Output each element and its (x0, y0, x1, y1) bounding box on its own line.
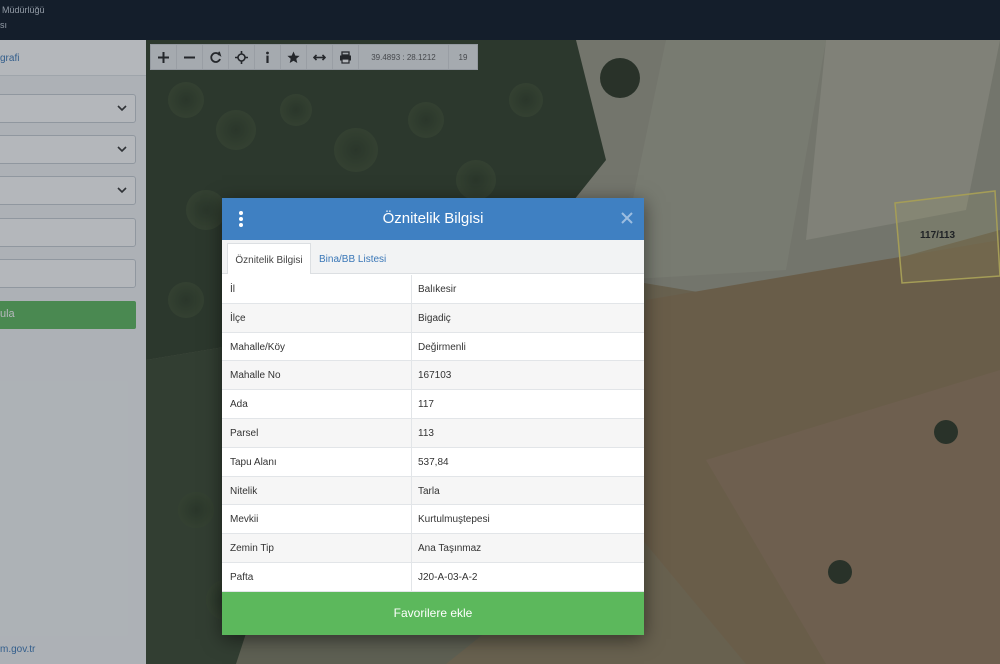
table-row: Nitelik Tarla (222, 476, 644, 506)
attribute-key: Mahalle/Köy (230, 341, 286, 353)
close-icon[interactable] (620, 211, 634, 225)
attribute-value: 113 (418, 427, 434, 439)
tab-building-list[interactable]: Bina/BB Listesi (319, 243, 386, 274)
attribute-value: Balıkesir (418, 284, 457, 295)
attribute-key: Nitelik (230, 485, 258, 497)
attribute-value: Tarla (418, 485, 440, 497)
table-row: İl Balıkesir (222, 275, 644, 304)
add-to-favorites-button[interactable]: Favorilere ekle (222, 592, 644, 635)
table-row: Ada 117 (222, 390, 644, 419)
tab-attribute-info[interactable]: Öznitelik Bilgisi (227, 243, 311, 274)
table-row: Tapu Alanı 537,84 (222, 447, 644, 477)
attribute-value: J20-A-03-A-2 (418, 571, 478, 583)
attribute-value: Bigadiç (418, 312, 451, 324)
attribute-value: Ana Taşınmaz (418, 543, 482, 555)
attribute-key: Tapu Alanı (230, 456, 277, 468)
attribute-key: Zemin Tip (230, 543, 274, 555)
attribute-key: İl (230, 284, 235, 295)
table-row: İlçe Bigadiç (222, 303, 644, 333)
dialog-title: Öznitelik Bilgisi (382, 210, 484, 227)
table-row: Mevkii Kurtulmuştepesi (222, 505, 644, 535)
attribute-value: 537,84 (418, 456, 449, 468)
attribute-key: İlçe (230, 312, 246, 324)
attribute-key: Pafta (230, 571, 254, 583)
dialog-tabs: Öznitelik Bilgisi Bina/BB Listesi (222, 240, 644, 274)
table-row: Mahalle/Köy Değirmenli (222, 332, 644, 362)
attribute-value: Değirmenli (418, 341, 466, 353)
table-row: Zemin Tip Ana Taşınmaz (222, 534, 644, 563)
attribute-key: Mevkii (230, 514, 259, 526)
attribute-info-dialog: Öznitelik Bilgisi Öznitelik Bilgisi Bina… (222, 198, 644, 635)
attribute-table: İl Balıkesir İlçe Bigadiç Mahalle/Köy Değir… (222, 275, 644, 592)
dialog-header: Öznitelik Bilgisi (222, 198, 644, 240)
table-row: Mahalle No 167103 (222, 361, 644, 391)
table-row: Parsel 113 (222, 418, 644, 448)
attribute-key: Mahalle No (230, 370, 281, 382)
attribute-key: Ada (230, 399, 248, 411)
attribute-value: 167103 (418, 370, 452, 382)
attribute-key: Parsel (230, 427, 259, 439)
attribute-value: Kurtulmuştepesi (418, 514, 490, 526)
attribute-value: 117 (418, 399, 434, 411)
table-row: Pafta J20-A-03-A-2 (222, 562, 644, 592)
